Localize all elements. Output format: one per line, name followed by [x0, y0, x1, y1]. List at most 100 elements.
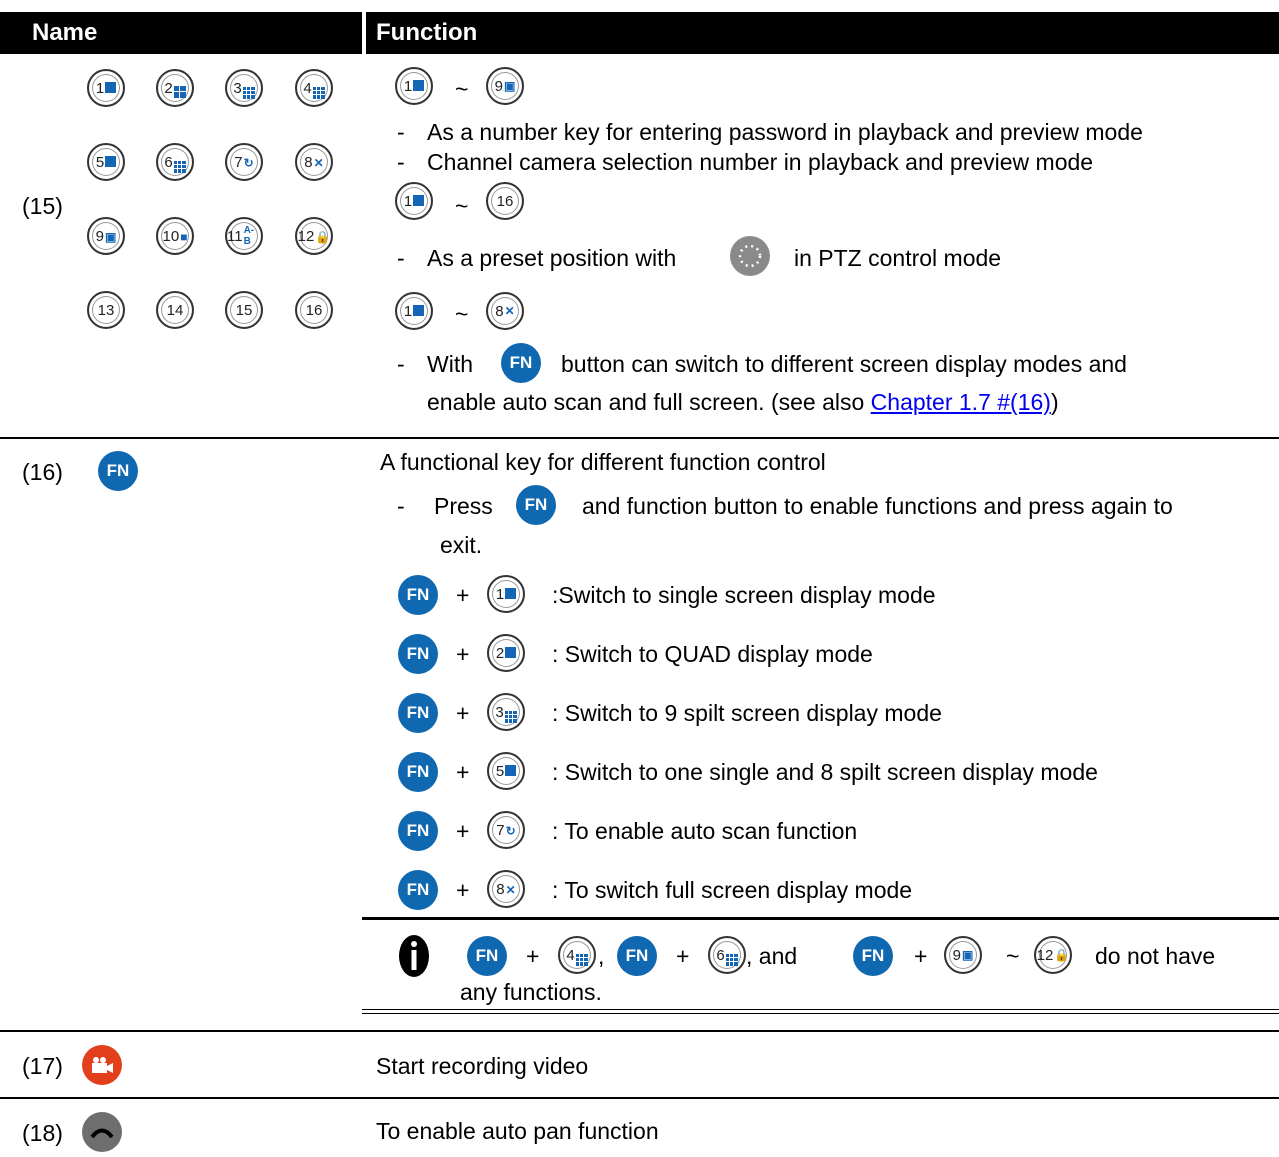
key-13-icon: 13	[87, 291, 125, 329]
row15-label: (15)	[22, 193, 63, 219]
plus: +	[526, 943, 540, 969]
row18-text: To enable auto pan function	[376, 1118, 659, 1144]
key-3-icon: 3	[225, 69, 263, 107]
key-12-icon: 12 🔒	[295, 217, 333, 255]
key-1-icon: 1	[395, 292, 433, 330]
fn-button-icon: FN	[398, 870, 438, 910]
key-number: 16	[305, 301, 323, 319]
key-number: 15	[235, 301, 253, 319]
fn-button-icon: FN	[853, 936, 893, 976]
note-line2: any functions.	[460, 979, 602, 1005]
note-end: do not have	[1095, 943, 1216, 969]
key-7-icon: 7 ↻	[487, 811, 525, 849]
fn-button-icon: FN	[516, 485, 556, 525]
fn-button-icon: FN	[617, 936, 657, 976]
record-video-icon	[82, 1045, 122, 1085]
chapter-link[interactable]: Chapter 1.7 #(16)	[871, 389, 1051, 415]
key-2-icon: 2	[156, 69, 194, 107]
key-8-icon: 8 ✕	[486, 292, 524, 330]
plus: +	[456, 641, 470, 667]
key-number: 14	[166, 301, 184, 319]
key-number: 4	[303, 79, 312, 97]
dash: -	[397, 493, 405, 519]
key-8-icon: 8 ✕	[487, 870, 525, 908]
row15-bullet-2: Channel camera selection number in playb…	[427, 149, 1094, 175]
row16-intro: A functional key for different function …	[380, 449, 826, 475]
key-4-icon: 4	[558, 936, 596, 974]
key-number: 12	[297, 227, 315, 245]
row15-bullet-3-post: in PTZ control mode	[794, 245, 1002, 271]
key-number: 7	[234, 153, 243, 171]
key-9-icon: 9 ▣	[944, 936, 982, 974]
tilde: ~	[455, 301, 469, 327]
key-7-icon: 7 ↻	[225, 143, 263, 181]
fn-button-icon: FN	[398, 693, 438, 733]
table-header: Name Function	[0, 12, 1279, 54]
comma: ,	[598, 943, 605, 969]
key-number: 10	[162, 227, 180, 245]
divider	[0, 1030, 1279, 1032]
key-11-icon: 11 A-B	[225, 217, 263, 255]
dash: -	[397, 245, 405, 271]
key-number: 6	[164, 153, 173, 171]
key-9-icon: 9 ▣	[87, 217, 125, 255]
key-14-icon: 14	[156, 291, 194, 329]
key-8-icon: 8 ✕	[295, 143, 333, 181]
plus: +	[456, 877, 470, 903]
dash: -	[397, 149, 405, 175]
fn-button-icon: FN	[501, 343, 541, 383]
plus: +	[914, 943, 928, 969]
key-number: 13	[97, 301, 115, 319]
key-1-icon: 1	[395, 182, 433, 220]
note-and: , and	[746, 943, 798, 969]
row15-bullet-4-pre: With	[427, 351, 473, 377]
plus: +	[456, 759, 470, 785]
tilde: ~	[455, 193, 469, 219]
row17-label: (17)	[22, 1053, 63, 1079]
key-glyph: A-B	[243, 225, 255, 247]
note-bottom-rule	[362, 1009, 1279, 1010]
key-16-icon: 16	[486, 182, 524, 220]
key-12-icon: 12 🔒	[1034, 936, 1072, 974]
key-1-icon: 1	[395, 67, 433, 105]
key-6-icon: 6	[156, 143, 194, 181]
row15-bullet-1: As a number key for entering password in…	[427, 119, 1143, 145]
key-5-icon: 5	[487, 752, 525, 790]
key-1-icon: 1	[487, 575, 525, 613]
key-number: 1	[95, 79, 105, 97]
row17-text: Start recording video	[376, 1053, 589, 1079]
row15-bullet-4-line2: enable auto scan and full screen. (see a…	[427, 389, 1059, 415]
key-2-icon: 2	[487, 634, 525, 672]
info-icon	[398, 934, 430, 978]
key-1-icon: 1	[87, 69, 125, 107]
tilde: ~	[455, 76, 469, 102]
key-number: 5	[95, 153, 105, 171]
combo-description: :Switch to single screen display mode	[552, 582, 936, 608]
combo-description: : Switch to 9 spilt screen display mode	[552, 700, 942, 726]
plus: +	[456, 818, 470, 844]
key-number: 9	[95, 227, 104, 245]
header-name: Name	[32, 19, 98, 46]
key-number: 2	[164, 79, 173, 97]
plus: +	[456, 582, 470, 608]
row16-press-post: and function button to enable functions …	[582, 493, 1173, 519]
fn-button-icon: FN	[398, 811, 438, 851]
auto-pan-icon	[82, 1112, 122, 1152]
row15-bullet-4-post: button can switch to different screen di…	[561, 351, 1127, 377]
key-15-icon: 15	[225, 291, 263, 329]
note-bottom-rule	[362, 1013, 1279, 1014]
row16-press-pre: Press	[434, 493, 493, 519]
combo-description: : To switch full screen display mode	[552, 877, 913, 903]
plus: +	[676, 943, 690, 969]
combo-description: : To enable auto scan function	[552, 818, 858, 844]
key-number: 11	[227, 227, 243, 245]
fn-button-icon: FN	[398, 752, 438, 792]
fn-button-icon: FN	[398, 634, 438, 674]
header-divider	[362, 12, 366, 54]
key-3-icon: 3	[487, 693, 525, 731]
key-number: 8	[304, 153, 313, 171]
fn-button-icon: FN	[98, 451, 138, 491]
row15-bullet-3-pre: As a preset position with	[427, 245, 677, 271]
header-function: Function	[376, 19, 478, 46]
fn-button-icon: FN	[398, 575, 438, 615]
